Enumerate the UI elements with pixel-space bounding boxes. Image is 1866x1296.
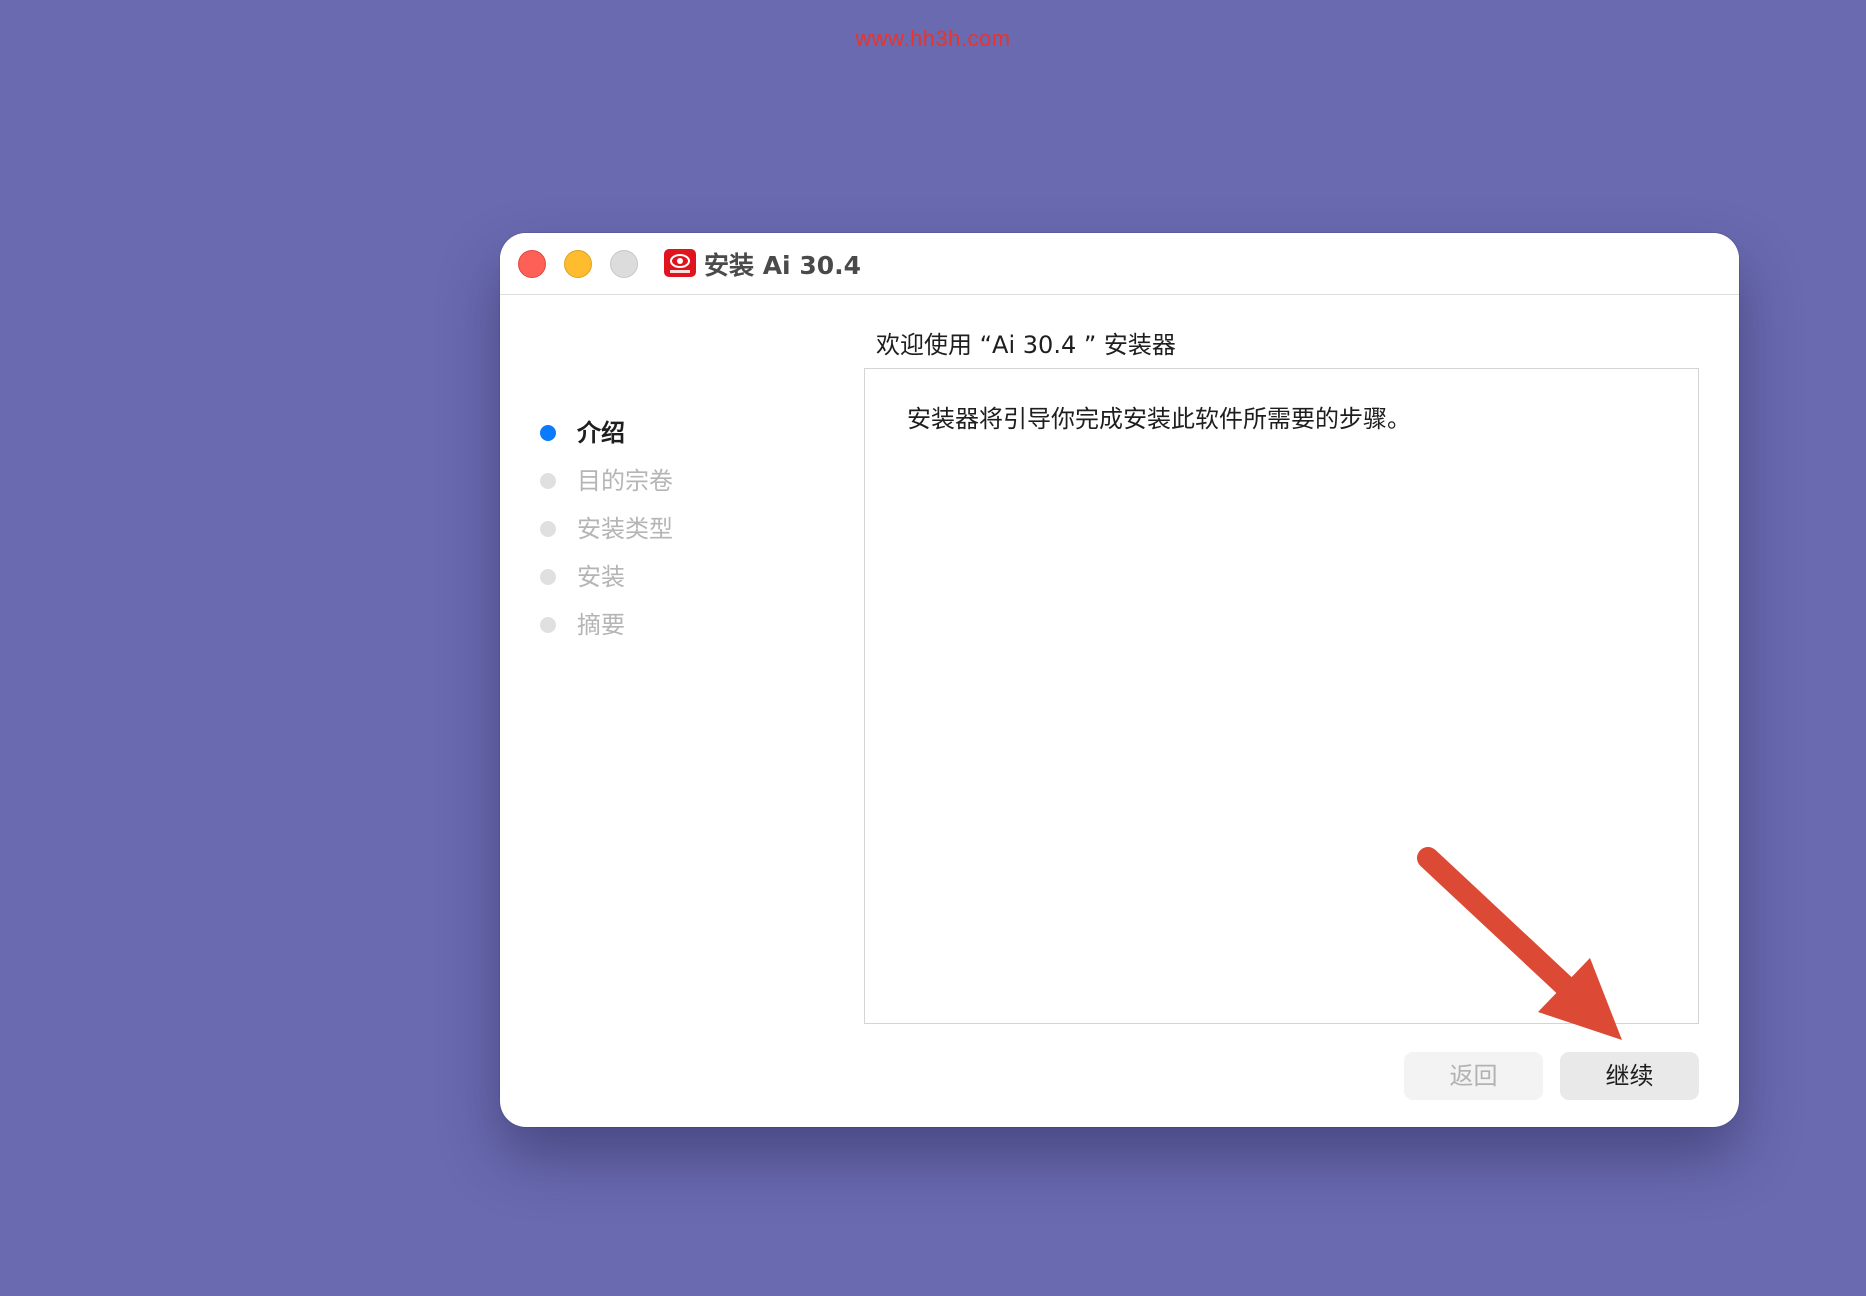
- back-button[interactable]: 返回: [1404, 1052, 1543, 1100]
- close-button[interactable]: [518, 250, 546, 278]
- zoom-button[interactable]: [610, 250, 638, 278]
- intro-text: 安装器将引导你完成安装此软件所需要的步骤。: [907, 405, 1411, 433]
- step-label: 安装: [577, 563, 625, 591]
- continue-button[interactable]: 继续: [1560, 1052, 1699, 1100]
- minimize-button[interactable]: [564, 250, 592, 278]
- step-label: 目的宗卷: [577, 467, 673, 495]
- step-indicator-dot: [540, 617, 556, 633]
- step-label: 摘要: [577, 611, 625, 639]
- page-heading: 欢迎使用 “Ai 30.4 ” 安装器: [876, 331, 1176, 359]
- watermark-text: www.hh3h.com: [855, 26, 1011, 51]
- step-indicator-dot: [540, 569, 556, 585]
- step-indicator-dot: [540, 425, 556, 441]
- content-panel: 安装器将引导你完成安装此软件所需要的步骤。: [864, 368, 1699, 1024]
- installer-window: 安装 Ai 30.4 介绍 目的宗卷 安装类型 安装 摘要 欢迎使用 “Ai 3…: [500, 233, 1739, 1127]
- app-logo-icon: [664, 249, 696, 277]
- title-bar: 安装 Ai 30.4: [500, 233, 1739, 295]
- step-indicator-dot: [540, 473, 556, 489]
- step-label: 介绍: [577, 419, 625, 447]
- window-title: 安装 Ai 30.4: [704, 251, 862, 280]
- step-label: 安装类型: [577, 515, 673, 543]
- step-indicator-dot: [540, 521, 556, 537]
